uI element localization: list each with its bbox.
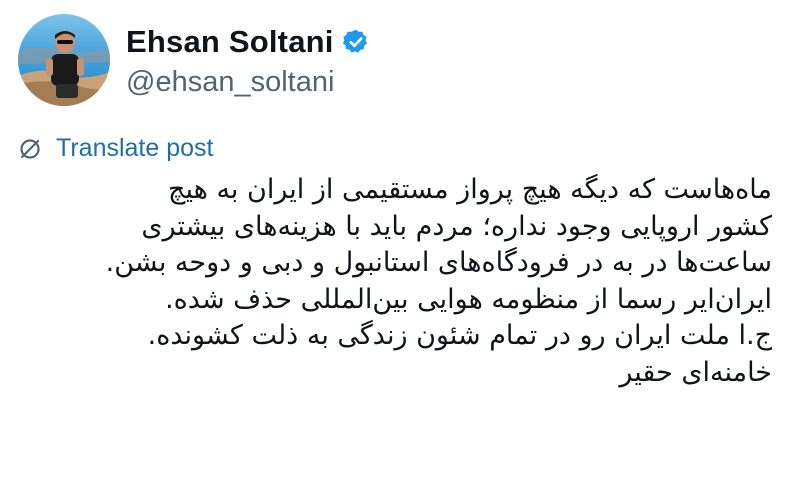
avatar-photo <box>18 14 110 106</box>
tweet-header: Ehsan Soltani @ehsan_soltani <box>18 14 370 106</box>
translate-post-label[interactable]: Translate post <box>56 134 213 163</box>
avatar[interactable] <box>18 14 110 106</box>
translate-post-button[interactable]: Translate post <box>18 134 213 163</box>
tweet-card: Ehsan Soltani @ehsan_soltani Translate p… <box>0 0 800 485</box>
translate-icon <box>18 137 42 161</box>
post-text: ماه‌هاست که دیگه هیچ پرواز مستقیمی از ای… <box>12 172 772 391</box>
author-display-name[interactable]: Ehsan Soltani <box>126 24 334 60</box>
author-handle[interactable]: @ehsan_soltani <box>126 66 370 99</box>
post-text-line: ایران‌ایر رسما از منظومه هوایی بین‌الملل… <box>165 283 772 315</box>
name-row: Ehsan Soltani <box>126 22 370 62</box>
verified-badge-icon <box>342 28 370 56</box>
post-text-line: خامنه‌ای حقیر <box>619 356 772 388</box>
post-text-line: ماه‌هاست که دیگه هیچ پرواز مستقیمی از ای… <box>168 174 772 205</box>
author-names: Ehsan Soltani @ehsan_soltani <box>126 22 370 99</box>
post-text-line: کشور اروپایی وجود نداره؛ مردم باید با هز… <box>141 210 772 242</box>
post-text-line: ج.ا ملت ایران رو در تمام شئون زندگی به ذ… <box>147 320 772 351</box>
post-text-line: ساعت‌ها در به در فرودگاه‌های استانبول و … <box>105 247 772 278</box>
